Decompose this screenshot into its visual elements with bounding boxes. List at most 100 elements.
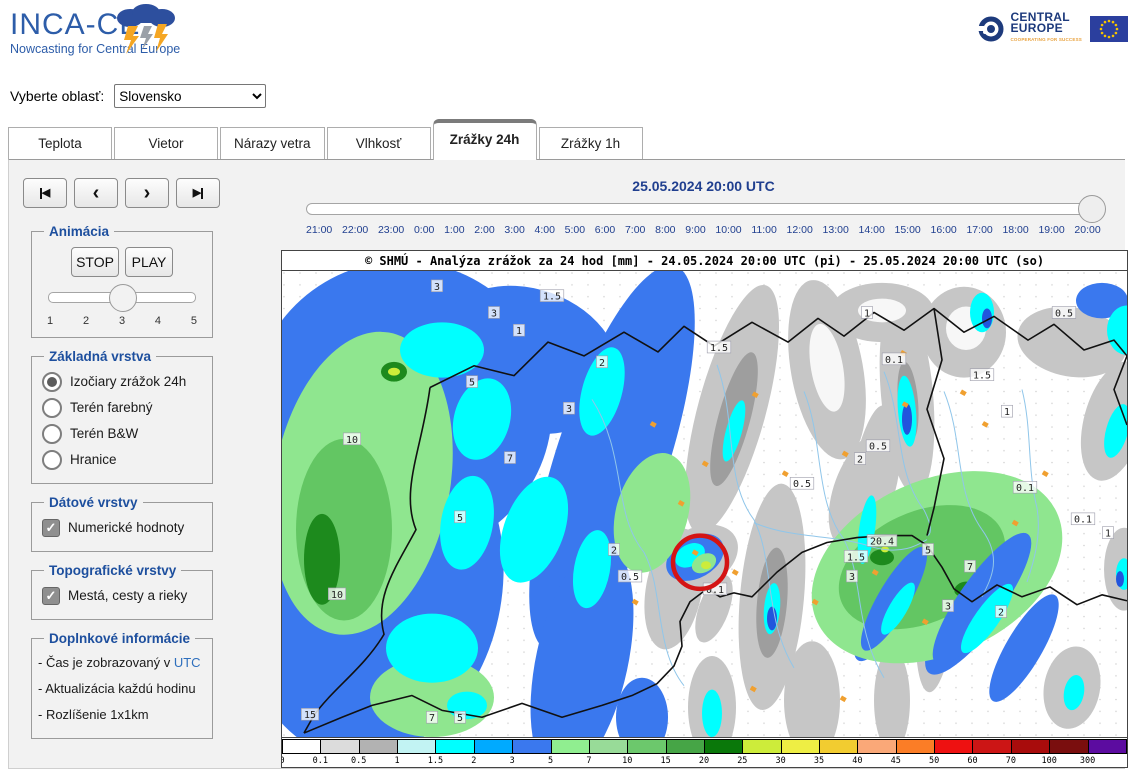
legend-cell: 2 bbox=[475, 740, 513, 753]
svg-text:1: 1 bbox=[864, 308, 870, 319]
radio-control[interactable] bbox=[42, 372, 62, 392]
tab-zr-ky-1h[interactable]: Zrážky 1h bbox=[539, 127, 643, 159]
tab-zr-ky-24h[interactable]: Zrážky 24h bbox=[433, 119, 537, 160]
checkbox-mest-cesty-a-rieky[interactable]: ✓ Mestá, cesty a rieky bbox=[42, 583, 206, 608]
time-slider[interactable] bbox=[306, 203, 1101, 215]
checkbox-control[interactable]: ✓ bbox=[42, 519, 60, 537]
svg-text:3: 3 bbox=[945, 602, 951, 613]
option-label: Mestá, cesty a rieky bbox=[68, 588, 187, 603]
eu-flag-icon bbox=[1090, 16, 1128, 42]
play-button[interactable]: PLAY bbox=[125, 247, 173, 277]
central-europe-logo: CENTRAL EUROPE COOPERATING FOR SUCCESS bbox=[976, 12, 1082, 45]
map-image: 331.51521073521.50.50.1110.10.5220.4571.… bbox=[282, 271, 1127, 737]
svg-text:3: 3 bbox=[849, 572, 855, 583]
tick-label: 13:00 bbox=[823, 224, 849, 236]
partner-logos: CENTRAL EUROPE COOPERATING FOR SUCCESS bbox=[976, 12, 1128, 45]
svg-text:7: 7 bbox=[967, 562, 973, 573]
option-label: Terén B&W bbox=[70, 426, 138, 441]
svg-text:2: 2 bbox=[998, 608, 1004, 619]
tick-label: 2:00 bbox=[474, 224, 494, 236]
partner-tagline: COOPERATING FOR SUCCESS bbox=[1010, 34, 1082, 45]
radio-control[interactable] bbox=[42, 398, 62, 418]
map-legend: 00.10.511.523571015202530354045506070100… bbox=[282, 737, 1127, 767]
svg-text:0.5: 0.5 bbox=[621, 572, 639, 583]
page-header: INCA-CE Nowcasting for Central Europe CE… bbox=[0, 0, 1132, 70]
central-europe-icon bbox=[976, 14, 1006, 44]
svg-text:1.5: 1.5 bbox=[543, 292, 561, 303]
radio-control[interactable] bbox=[42, 424, 62, 444]
tick-label: 11:00 bbox=[751, 224, 777, 236]
topo-layer-options: ✓ Mestá, cesty a rieky bbox=[38, 583, 206, 608]
current-timestamp: 25.05.2024 20:00 UTC bbox=[306, 178, 1101, 194]
checkbox-numerick-hodnoty[interactable]: ✓ Numerické hodnoty bbox=[42, 515, 206, 540]
tick-label: 10:00 bbox=[715, 224, 741, 236]
info-panel: Doplnkové informácie - Čas je zobrazovan… bbox=[31, 631, 213, 739]
tick-label: 1:00 bbox=[444, 224, 464, 236]
tick-label: 1 bbox=[47, 315, 53, 327]
svg-text:10: 10 bbox=[331, 590, 343, 601]
stop-button[interactable]: STOP bbox=[71, 247, 119, 277]
first-frame-button[interactable]: ◀ bbox=[23, 178, 67, 208]
next-frame-button[interactable]: › bbox=[125, 178, 169, 208]
tab-vietor[interactable]: Vietor bbox=[114, 127, 218, 159]
topo-layers-panel: Topografické vrstvy ✓Mestá, cesty a riek… bbox=[31, 563, 213, 620]
tab-teplota[interactable]: Teplota bbox=[8, 127, 112, 159]
legend-cell: 3 bbox=[513, 740, 551, 753]
radio-control[interactable] bbox=[42, 450, 62, 470]
info-panel-title: Doplnkové informácie bbox=[44, 631, 195, 646]
last-frame-button[interactable]: ▶ bbox=[176, 178, 220, 208]
tick-label: 16:00 bbox=[930, 224, 956, 236]
legend-cell: 50 bbox=[935, 740, 973, 753]
previous-frame-button[interactable]: ‹ bbox=[74, 178, 118, 208]
legend-cell: 70 bbox=[1012, 740, 1050, 753]
info-items: - Čas je zobrazovaný v UTC- Aktualizácia… bbox=[38, 650, 206, 728]
tick-label: 23:00 bbox=[378, 224, 404, 236]
svg-text:3: 3 bbox=[434, 282, 440, 293]
svg-text:1: 1 bbox=[1004, 407, 1010, 418]
radio-hranice[interactable]: Hranice bbox=[42, 447, 206, 472]
map-title: © SHMÚ - Analýza zrážok za 24 hod [mm] -… bbox=[282, 251, 1127, 271]
radio-ter-n-b-w[interactable]: Terén B&W bbox=[42, 421, 206, 446]
tick-label: 4:00 bbox=[535, 224, 555, 236]
legend-cell: 100 bbox=[1050, 740, 1088, 753]
legend-cell: 30 bbox=[782, 740, 820, 753]
tab-vlhkos-[interactable]: Vlhkosť bbox=[327, 127, 431, 159]
tick-label: 12:00 bbox=[787, 224, 813, 236]
tab-bar: TeplotaVietorNárazy vetraVlhkosťZrážky 2… bbox=[8, 118, 1132, 159]
checkbox-control[interactable]: ✓ bbox=[42, 587, 60, 605]
legend-cell: 60 bbox=[973, 740, 1011, 753]
tab-n-razy-vetra[interactable]: Nárazy vetra bbox=[220, 127, 325, 159]
legend-cell: 35 bbox=[820, 740, 858, 753]
utc-link[interactable]: UTC bbox=[174, 655, 201, 670]
option-label: Numerické hodnoty bbox=[68, 520, 184, 535]
tick-label: 18:00 bbox=[1002, 224, 1028, 236]
tab-content: ◀ ‹ › ▶ 25.05.2024 20:00 UTC 21:0022:002… bbox=[8, 159, 1125, 769]
data-layers-panel: Dátové vrstvy ✓Numerické hodnoty bbox=[31, 495, 213, 552]
info-item: - Aktualizácia každú hodinu bbox=[38, 676, 206, 702]
speed-slider[interactable] bbox=[48, 292, 196, 303]
speed-tick-labels: 12345 bbox=[47, 315, 197, 327]
svg-text:0.5: 0.5 bbox=[1055, 308, 1073, 319]
option-label: Izočiary zrážok 24h bbox=[70, 374, 186, 389]
tick-label: 0:00 bbox=[414, 224, 434, 236]
radio-ter-n-farebn-[interactable]: Terén farebný bbox=[42, 395, 206, 420]
base-layer-panel: Základná vrstva Izočiary zrážok 24hTerén… bbox=[31, 349, 213, 484]
time-slider-thumb[interactable] bbox=[1078, 195, 1106, 223]
tick-label: 6:00 bbox=[595, 224, 615, 236]
svg-text:5: 5 bbox=[925, 545, 931, 556]
data-layer-options: ✓ Numerické hodnoty bbox=[38, 515, 206, 540]
speed-slider-thumb[interactable] bbox=[109, 284, 137, 312]
legend-cell: 7 bbox=[590, 740, 628, 753]
svg-text:1: 1 bbox=[1105, 529, 1111, 540]
svg-text:0.1: 0.1 bbox=[1016, 483, 1034, 494]
legend-cell: 25 bbox=[743, 740, 781, 753]
radio-izo-iary-zr-ok-24h[interactable]: Izočiary zrážok 24h bbox=[42, 369, 206, 394]
svg-text:2: 2 bbox=[599, 358, 605, 369]
svg-text:3: 3 bbox=[491, 308, 497, 319]
tick-label: 2 bbox=[83, 315, 89, 327]
svg-text:1.5: 1.5 bbox=[710, 343, 728, 354]
legend-cell: 10 bbox=[628, 740, 666, 753]
region-select[interactable]: Slovensko bbox=[114, 84, 266, 108]
tick-label: 22:00 bbox=[342, 224, 368, 236]
legend-cell: 15 bbox=[667, 740, 705, 753]
